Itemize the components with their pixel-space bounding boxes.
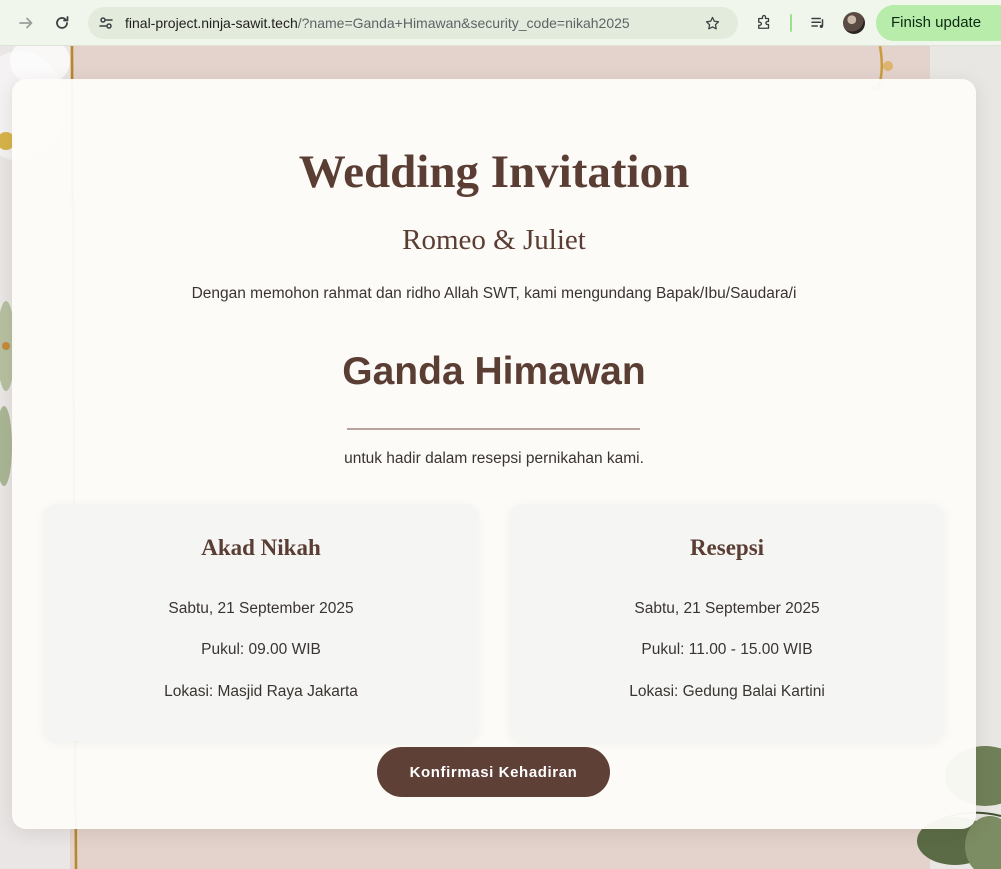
event-card-akad: Akad Nikah Sabtu, 21 September 2025 Puku… [44,504,478,741]
forward-icon[interactable] [14,11,38,35]
divider [347,428,640,430]
event-card-resepsi: Resepsi Sabtu, 21 September 2025 Pukul: … [510,504,944,741]
event-title: Akad Nikah [201,535,321,560]
event-time: Pukul: 09.00 WIB [201,641,321,658]
invitation-card: Wedding Invitation Romeo & Juliet Dengan… [12,79,976,829]
page-background: Wedding Invitation Romeo & Juliet Dengan… [0,46,1001,869]
finish-update-button[interactable]: Finish update [876,5,1001,41]
page-title: Wedding Invitation [298,146,690,198]
event-date: Sabtu, 21 September 2025 [634,600,820,617]
event-date: Sabtu, 21 September 2025 [168,600,354,617]
toolbar-separator [790,14,792,32]
browser-toolbar: final-project.ninja-sawit.tech/?name=Gan… [0,0,1001,46]
extensions-icon[interactable] [752,11,776,35]
event-title: Resepsi [689,535,765,560]
address-bar[interactable]: final-project.ninja-sawit.tech/?name=Gan… [88,7,738,39]
bookmark-star-icon[interactable] [700,11,724,35]
media-controls-icon[interactable] [806,11,830,35]
url-host: final-project.ninja-sawit.tech [125,15,298,31]
couple-names: Romeo & Juliet [402,224,586,256]
event-location: Lokasi: Gedung Balai Kartini [629,683,825,700]
reload-icon[interactable] [50,11,74,35]
site-info-icon[interactable] [94,11,118,35]
event-time: Pukul: 11.00 - 15.00 WIB [641,641,813,658]
profile-avatar[interactable] [843,12,865,34]
event-location: Lokasi: Masjid Raya Jakarta [164,683,358,700]
confirm-attendance-button[interactable]: Konfirmasi Kehadiran [377,747,610,797]
guest-name: Ganda Himawan [342,350,646,393]
url-path: /?name=Ganda+Himawan&security_code=nikah… [297,15,630,31]
invitation-outro-text: untuk hadir dalam resepsi pernikahan kam… [344,450,644,467]
invitation-intro-text: Dengan memohon rahmat dan ridho Allah SW… [191,285,797,302]
url-text[interactable]: final-project.ninja-sawit.tech/?name=Gan… [125,15,630,31]
